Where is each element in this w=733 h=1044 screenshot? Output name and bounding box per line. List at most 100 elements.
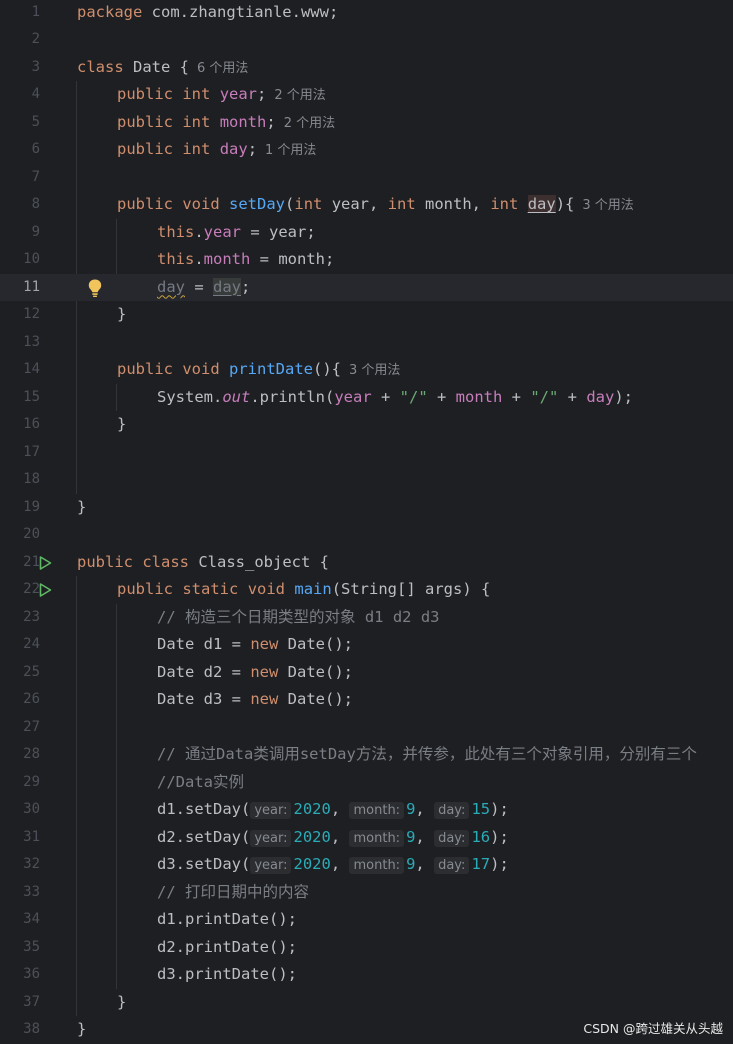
line-number[interactable]: 36: [0, 961, 40, 989]
code-line[interactable]: 16}: [0, 411, 733, 439]
line-number[interactable]: 2: [0, 26, 40, 54]
code-text[interactable]: d1.printDate();: [77, 906, 297, 934]
line-number[interactable]: 22: [0, 576, 40, 604]
code-line[interactable]: 36 d3.printDate();: [0, 961, 733, 989]
code-line[interactable]: 17: [0, 439, 733, 467]
line-number[interactable]: 18: [0, 466, 40, 494]
code-editor[interactable]: 1 package com.zhangtianle.www; 2 3 class Dat…: [0, 0, 733, 1043]
usage-hint[interactable]: 6 个用法: [197, 61, 248, 76]
line-number[interactable]: 23: [0, 604, 40, 632]
code-line[interactable]: 26 Date d3 = new Date();: [0, 686, 733, 714]
line-number[interactable]: 5: [0, 109, 40, 137]
code-text[interactable]: Date d1 = new Date();: [77, 631, 353, 659]
code-text[interactable]: // 构造三个日期类型的对象 d1 d2 d3: [77, 604, 439, 632]
line-number[interactable]: 11: [0, 274, 40, 302]
code-line[interactable]: 13: [0, 329, 733, 357]
usage-hint[interactable]: 3 个用法: [582, 198, 633, 213]
line-number[interactable]: 21: [0, 549, 40, 577]
code-text[interactable]: this.year = year;: [77, 219, 316, 247]
code-line[interactable]: 1 package com.zhangtianle.www;: [0, 0, 733, 26]
line-number[interactable]: 1: [0, 0, 40, 26]
code-line[interactable]: 23 // 构造三个日期类型的对象 d1 d2 d3: [0, 604, 733, 632]
code-line[interactable]: 19}: [0, 494, 733, 522]
code-text[interactable]: System.out.println(year + "/" + month + …: [77, 384, 633, 412]
code-text[interactable]: d2.setDay(year: 2020, month: 9, day: 16);: [77, 824, 509, 853]
code-line[interactable]: 15 System.out.println(year + "/" + month …: [0, 384, 733, 412]
code-text[interactable]: d1.setDay(year: 2020, month: 9, day: 15);: [77, 796, 509, 825]
usage-hint[interactable]: 2 个用法: [274, 88, 325, 103]
code-text[interactable]: public void setDay(int year, int month, …: [77, 191, 634, 220]
code-line[interactable]: 6 public int day; 1 个用法: [0, 136, 733, 164]
code-line[interactable]: 33 // 打印日期中的内容: [0, 879, 733, 907]
code-text[interactable]: //Data实例: [77, 769, 244, 797]
code-line[interactable]: 11 day = day;: [0, 273, 733, 302]
code-text[interactable]: public int day; 1 个用法: [77, 136, 316, 165]
line-number[interactable]: 26: [0, 686, 40, 714]
line-number[interactable]: 9: [0, 219, 40, 247]
code-text[interactable]: public class Class_object {: [77, 549, 329, 577]
code-line[interactable]: 3 class Date {6 个用法: [0, 54, 733, 82]
line-number[interactable]: 15: [0, 384, 40, 412]
line-number[interactable]: 8: [0, 191, 40, 219]
line-number[interactable]: 6: [0, 136, 40, 164]
line-number[interactable]: 38: [0, 1016, 40, 1044]
code-text[interactable]: day = day;: [77, 274, 250, 302]
code-text[interactable]: class Date {6 个用法: [77, 54, 248, 83]
line-number[interactable]: 27: [0, 714, 40, 742]
line-number[interactable]: 4: [0, 81, 40, 109]
code-line[interactable]: 18: [0, 466, 733, 494]
code-text[interactable]: Date d2 = new Date();: [77, 659, 353, 687]
line-number[interactable]: 31: [0, 824, 40, 852]
line-number[interactable]: 29: [0, 769, 40, 797]
code-text[interactable]: d3.printDate();: [77, 961, 297, 989]
line-number[interactable]: 33: [0, 879, 40, 907]
line-number[interactable]: 37: [0, 989, 40, 1017]
code-line[interactable]: 25 Date d2 = new Date();: [0, 659, 733, 687]
usage-hint[interactable]: 2 个用法: [284, 116, 335, 131]
code-line[interactable]: 31 d2.setDay(year: 2020, month: 9, day: 16);: [0, 824, 733, 852]
usage-hint[interactable]: 3 个用法: [349, 363, 400, 378]
code-line[interactable]: 12}: [0, 301, 733, 329]
code-text[interactable]: public void printDate(){3 个用法: [77, 356, 400, 385]
code-line[interactable]: 22 public static void main(String[] args)…: [0, 576, 733, 604]
line-number[interactable]: 24: [0, 631, 40, 659]
code-line[interactable]: 14 public void printDate(){3 个用法: [0, 356, 733, 384]
code-text[interactable]: package com.zhangtianle.www;: [77, 0, 338, 26]
line-number[interactable]: 10: [0, 246, 40, 274]
code-line[interactable]: 35 d2.printDate();: [0, 934, 733, 962]
code-text[interactable]: }: [77, 494, 86, 522]
line-number[interactable]: 35: [0, 934, 40, 962]
code-line[interactable]: 10 this.month = month;: [0, 246, 733, 274]
code-line[interactable]: 28 // 通过Data类调用setDay方法，并传参，此处有三个对象引用，分别有…: [0, 741, 733, 769]
run-gutter-icon[interactable]: [37, 555, 53, 571]
code-line[interactable]: 9 this.year = year;: [0, 219, 733, 247]
code-text[interactable]: public int month; 2 个用法: [77, 109, 335, 138]
line-number[interactable]: 13: [0, 329, 40, 357]
code-line[interactable]: 20: [0, 521, 733, 549]
code-text[interactable]: Date d3 = new Date();: [77, 686, 353, 714]
line-number[interactable]: 7: [0, 164, 40, 192]
code-line[interactable]: 34 d1.printDate();: [0, 906, 733, 934]
line-number[interactable]: 30: [0, 796, 40, 824]
code-text[interactable]: this.month = month;: [77, 246, 334, 274]
code-line[interactable]: 21 public class Class_object {: [0, 549, 733, 577]
line-number[interactable]: 19: [0, 494, 40, 522]
code-text[interactable]: d2.printDate();: [77, 934, 297, 962]
line-number[interactable]: 28: [0, 741, 40, 769]
code-line[interactable]: 2: [0, 26, 733, 54]
line-number[interactable]: 17: [0, 439, 40, 467]
line-number[interactable]: 16: [0, 411, 40, 439]
code-line[interactable]: 29 //Data实例: [0, 769, 733, 797]
run-gutter-icon[interactable]: [37, 582, 53, 598]
line-number[interactable]: 34: [0, 906, 40, 934]
code-text[interactable]: }: [77, 411, 126, 439]
code-text[interactable]: // 打印日期中的内容: [77, 879, 309, 907]
code-line[interactable]: 24 Date d1 = new Date();: [0, 631, 733, 659]
code-line[interactable]: 8 public void setDay(int year, int month,…: [0, 191, 733, 219]
code-line[interactable]: 37}: [0, 989, 733, 1017]
code-text[interactable]: }: [77, 989, 126, 1017]
line-number[interactable]: 3: [0, 54, 40, 82]
line-number[interactable]: 12: [0, 301, 40, 329]
code-line[interactable]: 27: [0, 714, 733, 742]
code-line[interactable]: 5 public int month; 2 个用法: [0, 109, 733, 137]
